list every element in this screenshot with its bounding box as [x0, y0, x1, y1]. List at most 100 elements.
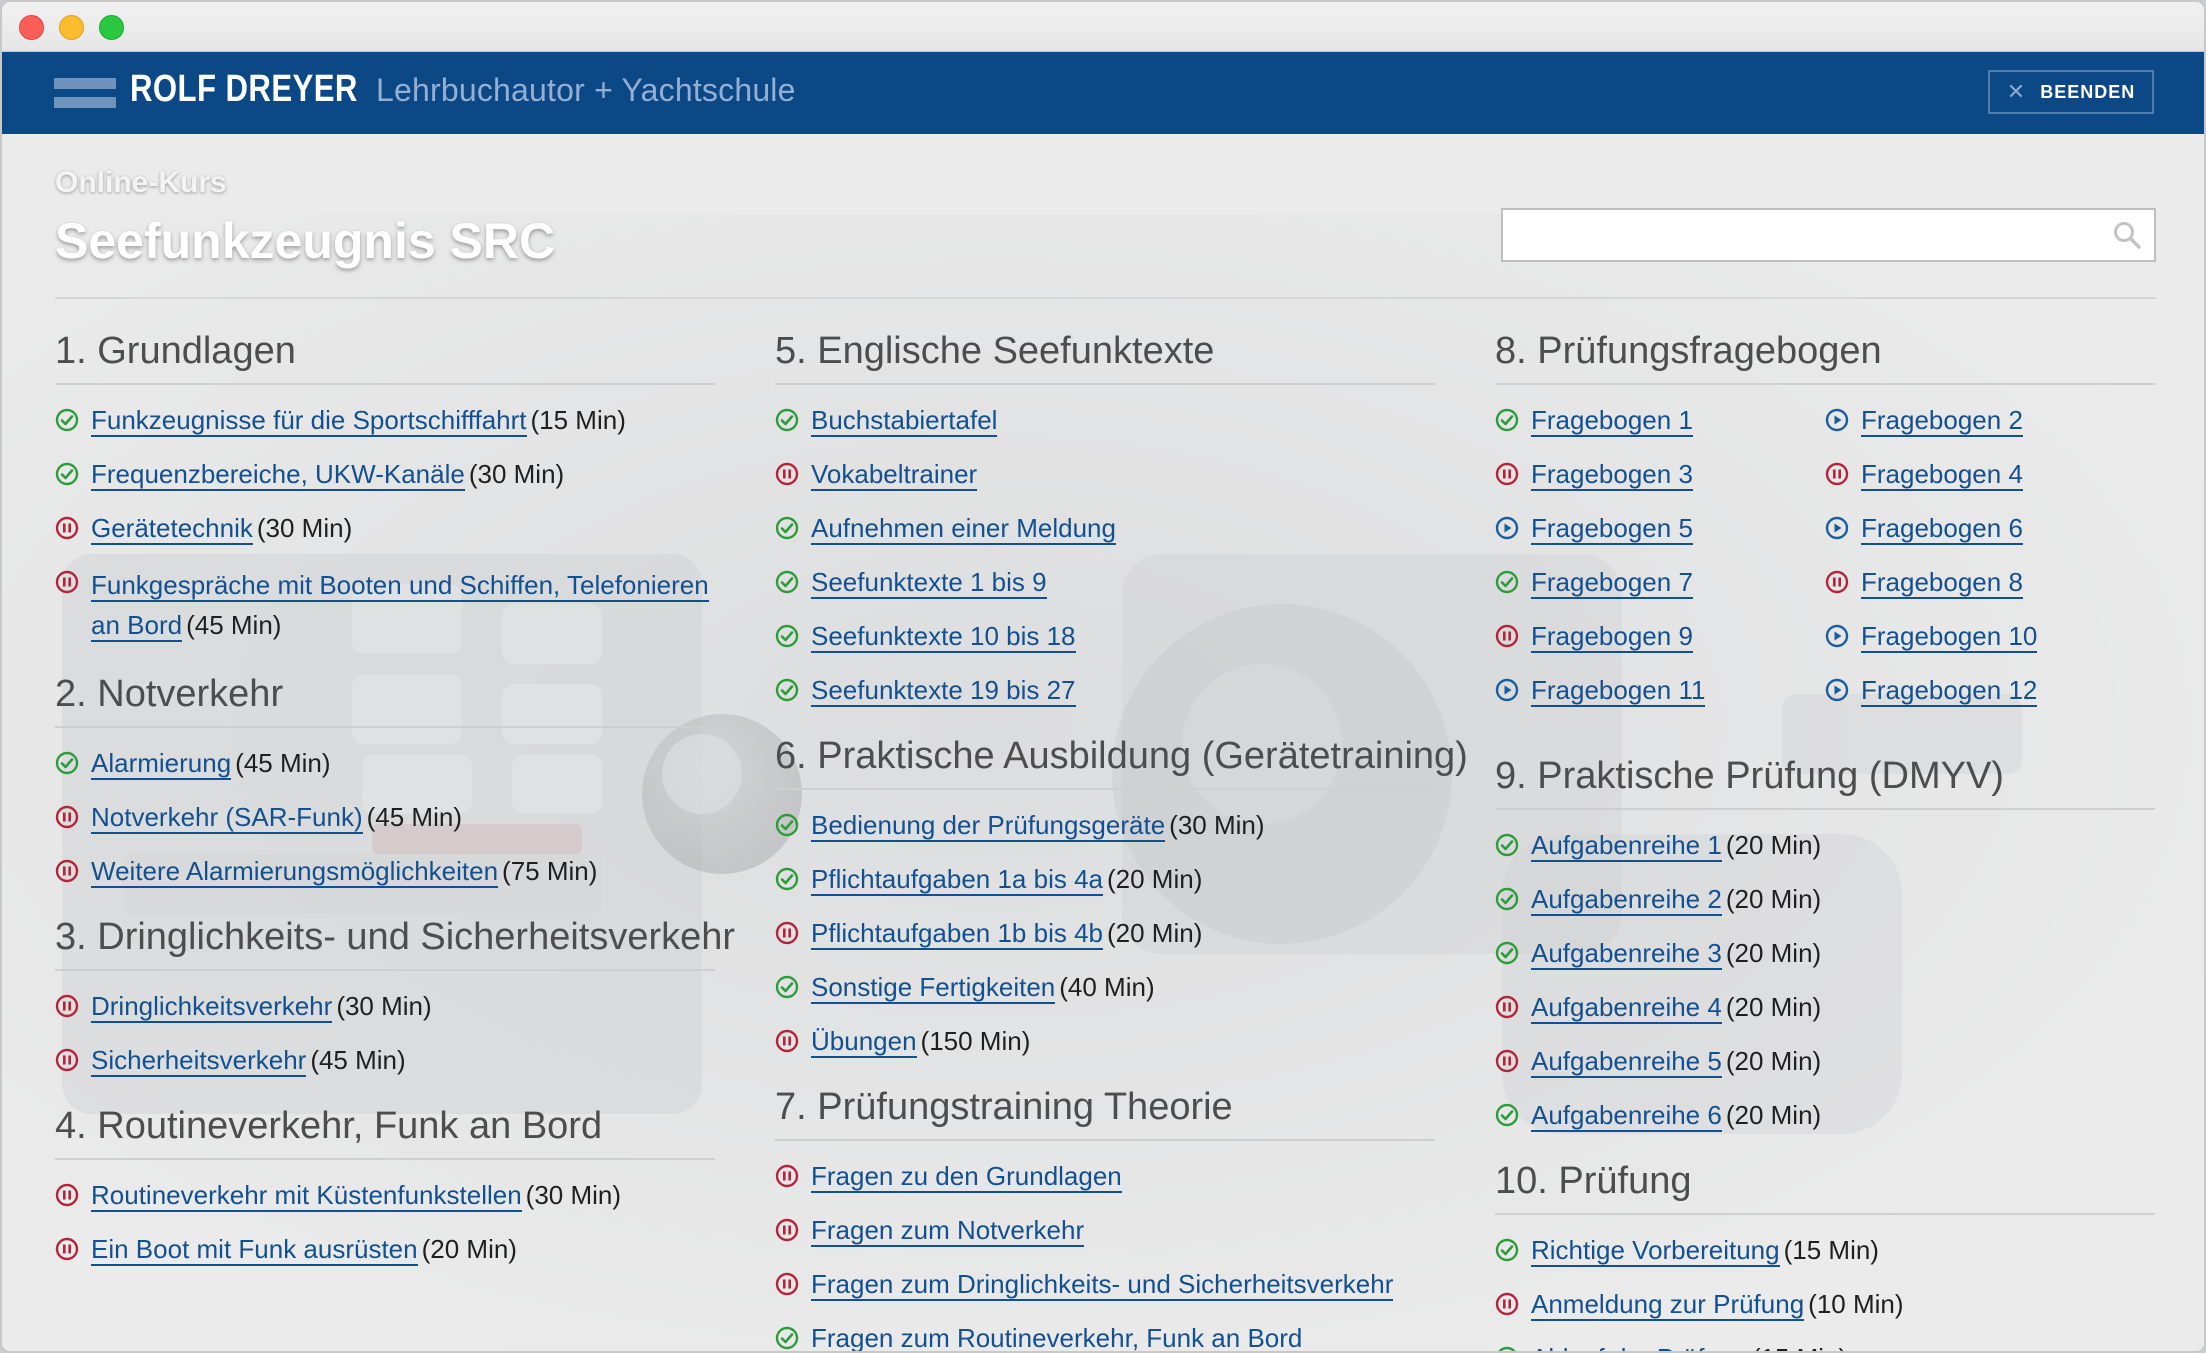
lesson-item: Funkgespräche mit Booten und Schiffen, T… — [55, 565, 715, 645]
lesson-text: Aufgabenreihe 4 (20 Min) — [1531, 990, 2155, 1024]
pause-circle-icon — [55, 859, 79, 883]
lesson-link[interactable]: Aufgabenreihe 1 — [1531, 830, 1722, 862]
lesson-text: Fragebogen 8 — [1861, 565, 2155, 599]
lesson-link[interactable]: Pflichtaufgaben 1b bis 4b — [811, 918, 1103, 950]
section-title: 4. Routineverkehr, Funk an Bord — [55, 1105, 715, 1160]
lesson-item: Ablauf der Prüfung (15 Min) — [1495, 1341, 2155, 1351]
lesson-link[interactable]: Notverkehr (SAR-Funk) — [91, 802, 363, 834]
lesson-item: Fragebogen 9 — [1495, 619, 1825, 653]
minimize-window-button[interactable] — [59, 15, 84, 40]
lesson-item: Seefunktexte 1 bis 9 — [775, 565, 1435, 599]
lesson-link[interactable]: Bedienung der Prüfungsgeräte — [811, 810, 1166, 842]
lesson-item: Richtige Vorbereitung (15 Min) — [1495, 1233, 2155, 1267]
lesson-duration: (10 Min) — [1808, 1289, 1904, 1319]
lesson-list: Dringlichkeitsverkehr (30 Min) Sicherheits… — [55, 989, 715, 1077]
play-circle-icon — [1825, 678, 1849, 702]
check-circle-icon — [775, 624, 799, 648]
lesson-link[interactable]: Buchstabiertafel — [811, 405, 998, 437]
lesson-link[interactable]: Pflichtaufgaben 1a bis 4a — [811, 864, 1103, 896]
check-circle-icon — [775, 975, 799, 999]
lesson-link[interactable]: Routineverkehr mit Küstenfunkstellen — [91, 1180, 522, 1212]
lesson-list: Routineverkehr mit Küstenfunkstellen (30 … — [55, 1178, 715, 1266]
lesson-link[interactable]: Ablauf der Prüfung — [1531, 1343, 1748, 1351]
lesson-duration: (15 Min) — [1752, 1343, 1847, 1351]
section-englische-seefunktexte: 5. Englische Seefunktexte Buchstabiertafe… — [775, 330, 1435, 707]
lesson-link[interactable]: Sonstige Fertigkeiten — [811, 972, 1056, 1004]
lesson-link[interactable]: Fragebogen 5 — [1531, 513, 1693, 545]
lesson-list: Buchstabiertafel Vokabeltrainer Aufnehmen … — [775, 403, 1435, 707]
check-circle-icon — [55, 462, 79, 486]
lesson-text: Fragebogen 12 — [1861, 673, 2155, 707]
lesson-link[interactable]: Aufnehmen einer Meldung — [811, 513, 1116, 545]
quit-button[interactable]: ✕ BEENDEN — [1988, 70, 2154, 114]
lesson-link[interactable]: Seefunktexte 19 bis 27 — [811, 675, 1076, 707]
close-window-button[interactable] — [19, 15, 44, 40]
lesson-link[interactable]: Ein Boot mit Funk ausrüsten — [91, 1234, 418, 1266]
pause-circle-icon — [55, 994, 79, 1018]
brand-name[interactable]: ROLF DREYER — [130, 68, 358, 111]
lesson-item: Notverkehr (SAR-Funk) (45 Min) — [55, 800, 715, 834]
lesson-link[interactable]: Fragebogen 10 — [1861, 621, 2038, 653]
maximize-window-button[interactable] — [99, 15, 124, 40]
lesson-link[interactable]: Fragebogen 1 — [1531, 405, 1693, 437]
lesson-link[interactable]: Aufgabenreihe 4 — [1531, 992, 1722, 1024]
lesson-link[interactable]: Funkzeugnisse für die Sportschifffahrt — [91, 405, 527, 437]
lesson-link[interactable]: Fragen zum Dringlichkeits- und Sicherhei… — [811, 1269, 1394, 1301]
window-titlebar — [2, 2, 2204, 52]
lesson-link[interactable]: Aufgabenreihe 6 — [1531, 1100, 1722, 1132]
lesson-link[interactable]: Fragebogen 11 — [1531, 675, 1706, 707]
lesson-link[interactable]: Aufgabenreihe 5 — [1531, 1046, 1722, 1078]
lesson-link[interactable]: Fragebogen 4 — [1861, 459, 2023, 491]
section-title: 5. Englische Seefunktexte — [775, 330, 1435, 385]
lesson-duration: (30 Min) — [525, 1180, 622, 1210]
lesson-link[interactable]: Fragebogen 3 — [1531, 459, 1693, 491]
lesson-text: Sonstige Fertigkeiten (40 Min) — [811, 970, 1435, 1004]
play-circle-icon — [1825, 516, 1849, 540]
pause-circle-icon — [775, 1272, 799, 1296]
lesson-link[interactable]: Fragen zu den Grundlagen — [811, 1161, 1122, 1193]
lesson-link[interactable]: Fragen zum Notverkehr — [811, 1215, 1085, 1247]
section-title: 6. Praktische Ausbildung (Gerätetraining… — [775, 735, 1468, 790]
search-icon[interactable] — [2112, 220, 2142, 250]
lesson-link[interactable]: Übungen — [811, 1026, 917, 1058]
section-pruefungstraining: 7. Prüfungstraining Theorie Fragen zu den… — [775, 1086, 1435, 1351]
lesson-link[interactable]: Fragebogen 6 — [1861, 513, 2023, 545]
lesson-link[interactable]: Fragebogen 7 — [1531, 567, 1693, 599]
lesson-item: Fragen zum Routineverkehr, Funk an Bord — [775, 1321, 1435, 1351]
lesson-link[interactable]: Weitere Alarmierungsmöglichkeiten — [91, 856, 499, 888]
lesson-link[interactable]: Funkgespräche mit Booten und Schiffen, T… — [91, 570, 709, 642]
pause-circle-icon — [1495, 995, 1519, 1019]
lesson-link[interactable]: Aufgabenreihe 2 — [1531, 884, 1722, 916]
lesson-text: Weitere Alarmierungsmöglichkeiten (75 Min… — [91, 854, 715, 888]
check-circle-icon — [775, 516, 799, 540]
lesson-link[interactable]: Alarmierung — [91, 748, 232, 780]
lesson-link[interactable]: Anmeldung zur Prüfung — [1531, 1289, 1805, 1321]
lesson-text: Fragebogen 9 — [1531, 619, 1825, 653]
lesson-link[interactable]: Vokabeltrainer — [811, 459, 978, 491]
lesson-duration: (30 Min) — [256, 513, 353, 543]
search-input[interactable] — [1501, 208, 2156, 262]
section-routineverkehr: 4. Routineverkehr, Funk an Bord Routineve… — [55, 1105, 715, 1266]
lesson-link[interactable]: Seefunktexte 10 bis 18 — [811, 621, 1076, 653]
lesson-link[interactable]: Fragebogen 12 — [1861, 675, 2038, 707]
lesson-link[interactable]: Seefunktexte 1 bis 9 — [811, 567, 1047, 599]
section-pruefung: 10. Prüfung Richtige Vorbereitung (15 Min)… — [1495, 1160, 2155, 1351]
pause-circle-icon — [775, 1218, 799, 1242]
lesson-link[interactable]: Frequenzbereiche, UKW-Kanäle — [91, 459, 465, 491]
lesson-link[interactable]: Fragebogen 9 — [1531, 621, 1693, 653]
lesson-link[interactable]: Gerätetechnik — [91, 513, 253, 545]
lesson-duration: (20 Min) — [421, 1234, 517, 1264]
lesson-link[interactable]: Fragebogen 8 — [1861, 567, 2023, 599]
lesson-link[interactable]: Dringlichkeitsverkehr — [91, 991, 333, 1023]
lesson-item: Sonstige Fertigkeiten (40 Min) — [775, 970, 1435, 1004]
pause-circle-icon — [55, 805, 79, 829]
lesson-link[interactable]: Fragebogen 2 — [1861, 405, 2023, 437]
lesson-text: Aufgabenreihe 5 (20 Min) — [1531, 1044, 2155, 1078]
lesson-link[interactable]: Sicherheitsverkehr — [91, 1045, 307, 1077]
lesson-link[interactable]: Richtige Vorbereitung — [1531, 1235, 1780, 1267]
lesson-item: Fragebogen 4 — [1825, 457, 2155, 491]
lesson-link[interactable]: Aufgabenreihe 3 — [1531, 938, 1722, 970]
lesson-text: Gerätetechnik (30 Min) — [91, 511, 715, 545]
lesson-item: Dringlichkeitsverkehr (30 Min) — [55, 989, 715, 1023]
lesson-link[interactable]: Fragen zum Routineverkehr, Funk an Bord — [811, 1323, 1303, 1351]
